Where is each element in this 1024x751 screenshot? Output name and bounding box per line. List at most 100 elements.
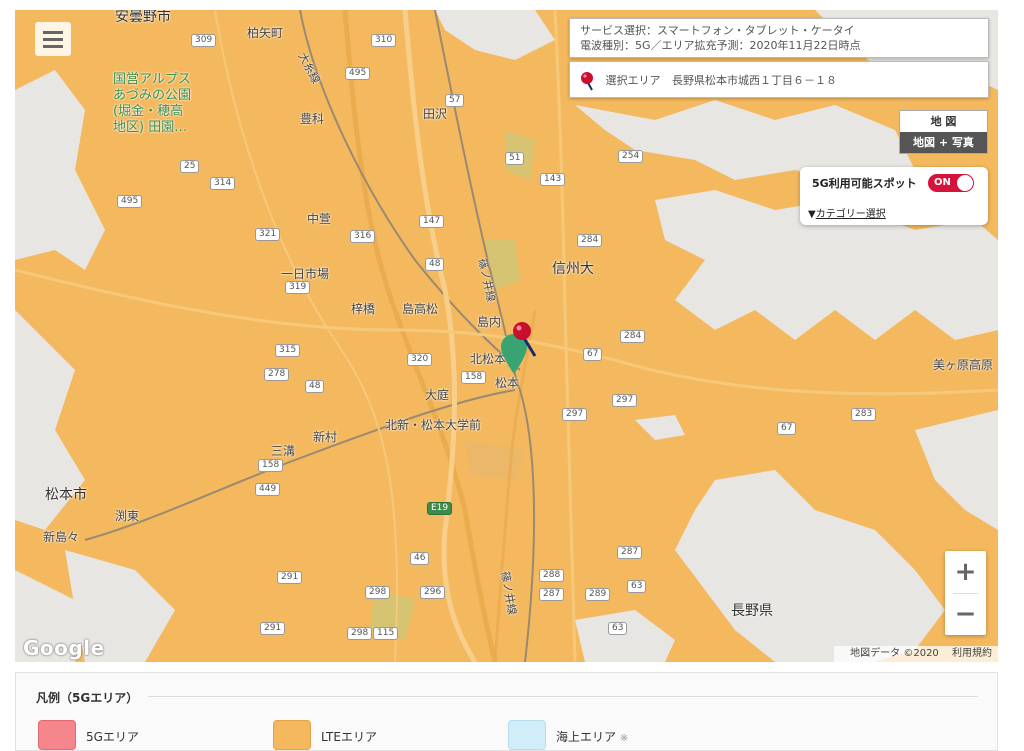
legend-note: ※	[619, 733, 629, 744]
hamburger-icon	[43, 45, 63, 48]
legend-swatch	[508, 720, 546, 750]
legend: 凡例（5Gエリア） 5Gエリア LTEエリア 海上エリア ※	[15, 672, 998, 751]
route-shield: 291	[277, 571, 303, 584]
triangle-icon: ▼	[808, 209, 816, 220]
place-naganoken: 長野県	[731, 603, 773, 619]
place-utsukushigahara: 美ヶ原高原	[933, 358, 994, 372]
legend-label: LTEエリア	[321, 730, 377, 744]
legend-label-text: 海上エリア	[556, 730, 617, 744]
coverage-map[interactable]: 安曇野市 柏矢町 国営アルプス あづみの公園 (堀金・穂高 地区) 田園… 豊科…	[15, 10, 998, 662]
route-shield: 25	[180, 160, 200, 173]
route-shield: 449	[255, 483, 281, 496]
place-shimanouchi: 島内	[477, 315, 502, 329]
terms-link[interactable]: 利用規約	[952, 648, 992, 659]
place-niimura: 新村	[313, 430, 338, 444]
route-shield: 298	[347, 627, 373, 640]
route-shield: 67	[777, 422, 797, 435]
route-shield: 63	[608, 622, 628, 635]
place-seba: 渕東	[115, 509, 140, 523]
pin-icon	[581, 72, 593, 91]
category-link-text: カテゴリー選択	[815, 209, 886, 220]
route-shield: 291	[260, 622, 286, 635]
route-shield: 320	[407, 353, 433, 366]
route-shield: 321	[255, 228, 281, 241]
place-oniwa: 大庭	[425, 388, 450, 402]
5g-spot-toggle[interactable]: ON	[928, 174, 974, 192]
route-shield: 287	[617, 546, 643, 559]
selected-area-panel[interactable]: 選択エリア 長野県松本市城西１丁目６－１８	[569, 61, 989, 98]
place-matsumotoshi: 松本市	[45, 487, 87, 503]
legend-swatch	[38, 720, 76, 750]
route-shield: 288	[539, 569, 565, 582]
route-shield: 57	[445, 94, 465, 107]
route-shield: 67	[583, 348, 603, 361]
route-shield: 297	[612, 394, 638, 407]
hamburger-icon	[43, 31, 63, 34]
map-type-control[interactable]: 地 図 地図 + 写真	[899, 110, 988, 154]
route-shield: 283	[851, 408, 877, 421]
place-shimashima: 島高松	[402, 302, 439, 316]
route-shield: 48	[305, 380, 325, 393]
map-data-credit: 地図データ ©2020	[850, 648, 939, 659]
route-shield: 143	[540, 173, 566, 186]
route-shield: 298	[365, 586, 391, 599]
legend-swatch	[273, 720, 311, 750]
place-tazawa: 田沢	[423, 107, 448, 121]
place-toyoshina: 豊科	[300, 112, 325, 126]
service-info-panel: サービス選択：スマートフォン・タブレット・ケータイ 電波種別：5G／エリア拡充予…	[569, 18, 989, 58]
category-select-link[interactable]: ▼カテゴリー選択	[808, 205, 886, 220]
place-nakagaya: 中萱	[307, 212, 332, 226]
zoom-divider	[953, 593, 978, 594]
route-shield: 316	[350, 230, 376, 243]
route-shield: 46	[410, 552, 430, 565]
route-shield: 284	[620, 330, 646, 343]
map-type-map[interactable]: 地 図	[900, 111, 987, 132]
place-shinshudai: 信州大	[552, 261, 594, 277]
menu-button[interactable]	[35, 22, 71, 56]
route-shield: 314	[210, 177, 236, 190]
route-shield: 315	[275, 344, 301, 357]
zoom-in-button[interactable]: +	[945, 551, 986, 593]
route-shield: 287	[539, 588, 565, 601]
5g-spot-panel: 5G利用可能スポット ON ▼カテゴリー選択	[800, 167, 988, 225]
place-kitashin: 北新・松本大学前	[385, 418, 482, 432]
route-shield: 51	[505, 152, 525, 165]
route-shield: 278	[264, 368, 290, 381]
route-shield: 319	[285, 281, 311, 294]
selected-area-pin[interactable]	[511, 320, 541, 358]
route-shield: 147	[419, 215, 445, 228]
route-shield: 310	[371, 34, 397, 47]
route-shield: 254	[618, 150, 644, 163]
map-type-satellite[interactable]: 地図 + 写真	[900, 132, 987, 153]
route-shield: 158	[461, 371, 487, 384]
selected-area-label: 選択エリア	[605, 74, 661, 87]
legend-title: 凡例（5Gエリア）	[36, 691, 139, 705]
radio-type: 電波種別：5G／エリア拡充予測：2020年11月22日時点	[580, 39, 861, 52]
expressway-shield: E19	[427, 502, 453, 515]
route-shield: 284	[577, 234, 603, 247]
zoom-out-button[interactable]: −	[945, 593, 986, 635]
route-shield: 48	[425, 258, 445, 271]
zoom-control: + −	[945, 551, 986, 635]
legend-label: 5Gエリア	[86, 730, 139, 744]
place-kashiwayacho: 柏矢町	[247, 26, 284, 40]
route-shield: 309	[191, 34, 217, 47]
route-shield: 297	[562, 408, 588, 421]
service-selection: サービス選択：スマートフォン・タブレット・ケータイ	[580, 24, 855, 37]
google-logo: Google	[23, 636, 105, 660]
route-shield: 289	[585, 588, 611, 601]
place-niishimashima: 新島々	[43, 530, 80, 544]
route-shield: 63	[627, 580, 647, 593]
route-shield: 296	[420, 586, 446, 599]
route-shield: 495	[117, 195, 143, 208]
place-azumino: 安曇野市	[115, 10, 171, 25]
toggle-state: ON	[934, 177, 951, 188]
legend-divider	[148, 696, 978, 697]
route-shield: 115	[373, 627, 399, 640]
place-park: 国営アルプス あづみの公園 (堀金・穂高 地区) 田園…	[113, 72, 192, 135]
hamburger-icon	[43, 38, 63, 41]
map-attribution: 地図データ ©2020 利用規約	[834, 646, 998, 662]
route-shield: 158	[258, 459, 284, 472]
toggle-knob	[957, 175, 973, 191]
place-ichinichiichiba: 一日市場	[281, 267, 330, 281]
